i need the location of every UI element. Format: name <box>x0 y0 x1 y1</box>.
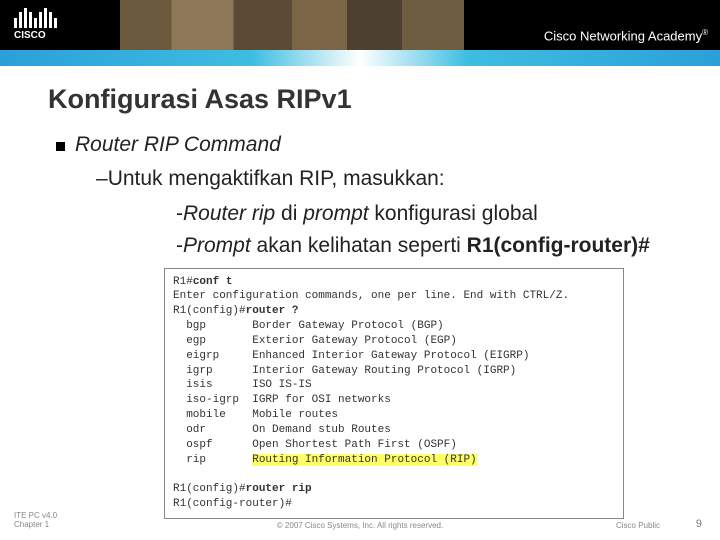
slide-title: Konfigurasi Asas RIPv1 <box>48 84 720 115</box>
sub-2b: -Prompt akan kelihatan seperti R1(config… <box>176 233 680 259</box>
content-area: Router RIP Command –Untuk mengaktifkan R… <box>56 133 680 519</box>
logo-text: CISCO <box>14 30 57 41</box>
terminal-output: R1#conf t Enter configuration commands, … <box>164 268 624 520</box>
academy-text: Cisco Networking Academy® <box>544 28 708 43</box>
header-bar: CISCO Cisco Networking Academy® <box>0 0 720 66</box>
header-photo-strip <box>120 0 464 50</box>
square-bullet-icon <box>56 142 65 151</box>
footer-left: ITE PC v4.0 Chapter 1 <box>14 511 57 530</box>
sub-2a: -Router rip di prompt konfigurasi global <box>176 201 680 227</box>
cisco-bars-icon <box>14 6 57 28</box>
bullet-1: Router RIP Command <box>56 133 680 157</box>
gradient-bar <box>0 50 720 66</box>
footer-center: © 2007 Cisco Systems, Inc. All rights re… <box>277 521 443 530</box>
cisco-logo: CISCO <box>14 6 57 41</box>
bullet-1-text: Router RIP Command <box>75 133 281 157</box>
terminal-text: R1#conf t Enter configuration commands, … <box>165 269 623 519</box>
footer-right: Cisco Public <box>616 521 660 530</box>
sub-1: –Untuk mengaktifkan RIP, masukkan: <box>96 167 680 191</box>
page-number: 9 <box>696 518 702 530</box>
